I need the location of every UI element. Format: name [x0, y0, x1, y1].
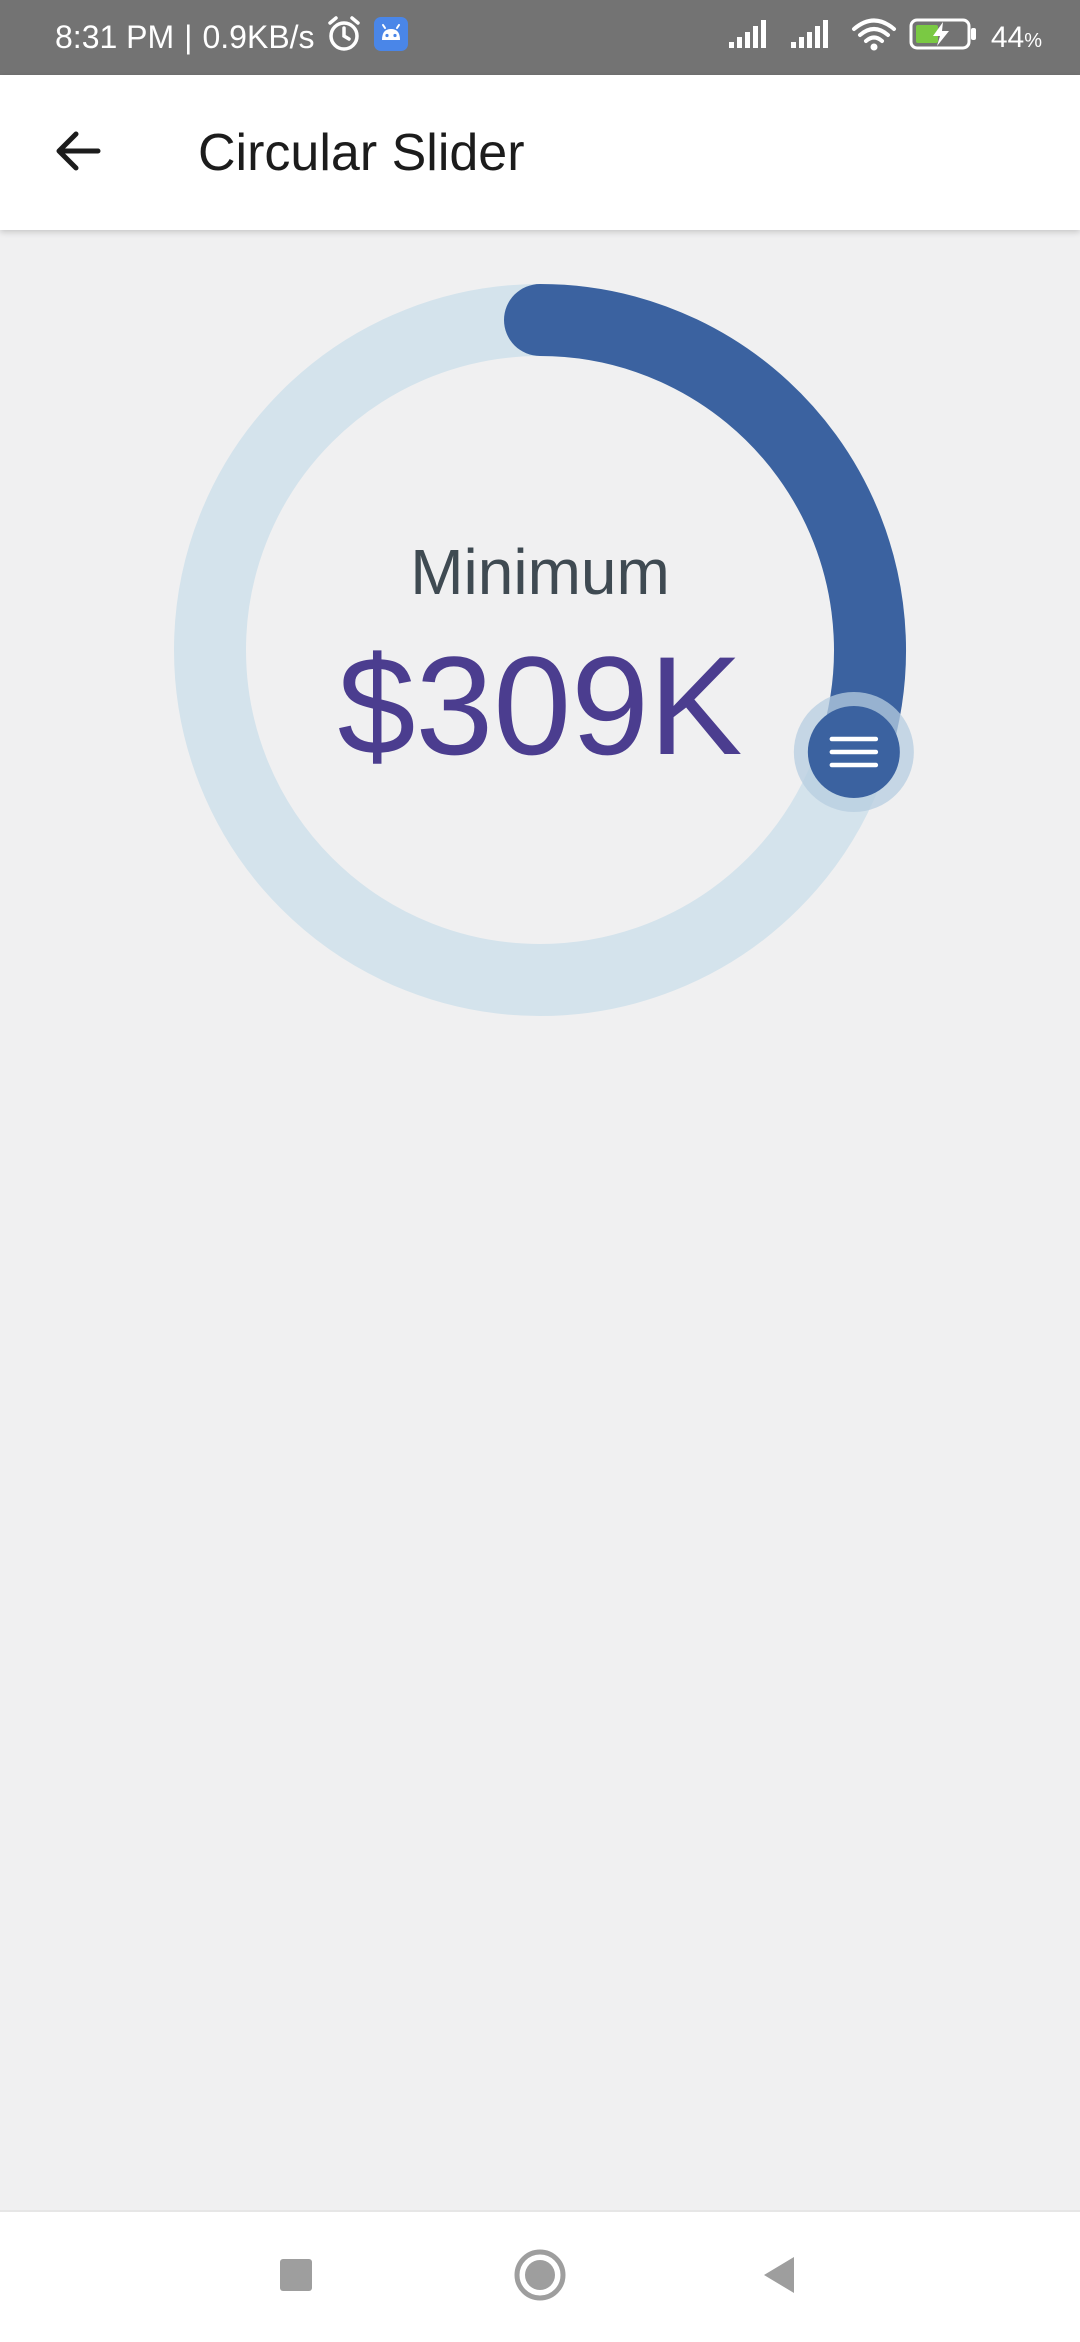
home-button[interactable]: [480, 2212, 600, 2342]
network-speed: 0.9KB/s: [202, 19, 315, 55]
status-bar: 8:31 PM | 0.9KB/s 44%: [0, 0, 1080, 75]
back-button[interactable]: [36, 111, 120, 195]
circular-slider-area: Minimum $309K: [0, 230, 1080, 2210]
wifi-icon: [851, 17, 897, 59]
page-title: Circular Slider: [198, 123, 525, 182]
signal-icon: [789, 18, 839, 58]
status-left: 8:31 PM | 0.9KB/s: [55, 0, 409, 75]
battery-level: 44%: [991, 21, 1042, 55]
slider-value: $309K: [337, 627, 743, 784]
status-time: 8:31 PM: [55, 19, 175, 55]
android-notification-icon: [373, 16, 409, 60]
signal-icon: [727, 18, 777, 58]
arrow-left-icon: [52, 125, 104, 182]
status-separator: |: [184, 19, 193, 55]
app-bar: Circular Slider: [0, 75, 1080, 230]
battery-percent: 44: [990, 20, 1025, 54]
home-circle-icon: [512, 2247, 568, 2308]
recent-apps-square-icon: [276, 2255, 316, 2300]
status-right: 44%: [727, 0, 1042, 75]
alarm-icon: [325, 15, 363, 61]
battery-unit: %: [1024, 29, 1042, 52]
recent-apps-button[interactable]: [236, 2212, 356, 2342]
slider-label: Minimum: [410, 536, 670, 608]
battery-charging-icon: [909, 17, 979, 59]
back-triangle-icon: [758, 2253, 802, 2302]
system-nav-bar: [0, 2210, 1080, 2342]
system-back-button[interactable]: [720, 2212, 840, 2342]
